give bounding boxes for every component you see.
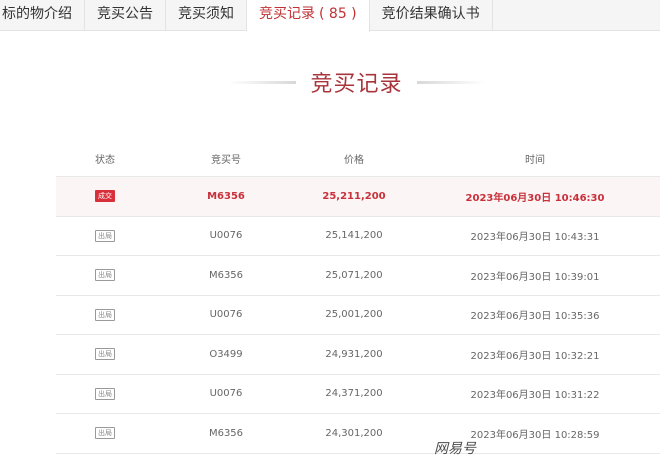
table-row: 出局 O3499 24,931,200 2023年06月30日 10:32:21 bbox=[56, 335, 660, 375]
price-cell: 24,371,200 bbox=[325, 388, 383, 400]
bid-records-table: 状态 竞买号 价格 时间 成交 M6356 25,211,200 2023年06… bbox=[56, 141, 660, 454]
heading-divider-left bbox=[228, 81, 296, 84]
table-row: 出局 M6356 24,301,200 2023年06月30日 10:28:59 bbox=[56, 414, 660, 454]
heading-divider-right bbox=[417, 81, 485, 84]
time-cell: 2023年06月30日 10:32:21 bbox=[470, 350, 600, 362]
table-row: 出局 M6356 25,071,200 2023年06月30日 10:39:01 bbox=[56, 256, 660, 296]
header-status: 状态 bbox=[95, 155, 115, 166]
header-price: 价格 bbox=[344, 155, 364, 166]
tab-item-intro[interactable]: 标的物介绍 bbox=[0, 0, 85, 31]
bid-no-cell: O3499 bbox=[209, 348, 243, 360]
status-badge-out: 出局 bbox=[95, 269, 115, 282]
tab-label: 竞买须知 bbox=[178, 6, 234, 22]
time-cell: 2023年06月30日 10:46:30 bbox=[465, 192, 605, 204]
status-cell: 成交 bbox=[56, 190, 154, 203]
tab-label: 标的物介绍 bbox=[2, 6, 72, 22]
watermark-text: 网易号 bbox=[434, 441, 476, 457]
status-cell: 出局 bbox=[56, 269, 154, 282]
time-cell: 2023年06月30日 10:43:31 bbox=[470, 232, 600, 244]
price-cell: 25,001,200 bbox=[325, 309, 383, 321]
table-row: 出局 U0076 25,141,200 2023年06月30日 10:43:31 bbox=[56, 217, 660, 256]
header-time: 时间 bbox=[525, 155, 545, 166]
tab-label: 竞买记录 bbox=[259, 6, 315, 22]
tab-label: 竞买公告 bbox=[97, 6, 153, 22]
bid-no-cell: U0076 bbox=[209, 309, 243, 321]
status-badge-out: 出局 bbox=[95, 348, 115, 361]
section-heading: 竞买记录 bbox=[0, 66, 660, 100]
tab-announcement[interactable]: 竞买公告 bbox=[85, 0, 166, 31]
status-cell: 出局 bbox=[56, 348, 154, 361]
status-cell: 出局 bbox=[56, 387, 154, 400]
tab-bid-records[interactable]: 竞买记录( 85 ) bbox=[247, 0, 370, 32]
price-cell: 24,931,200 bbox=[325, 348, 383, 360]
time-cell: 2023年06月30日 10:39:01 bbox=[470, 271, 600, 283]
bid-no-cell: U0076 bbox=[209, 388, 243, 400]
page-title: 竞买记录 bbox=[310, 72, 403, 97]
price-cell: 25,071,200 bbox=[325, 269, 383, 281]
status-badge-out: 出局 bbox=[95, 427, 115, 440]
bid-no-cell: M6356 bbox=[208, 269, 244, 281]
time-cell: 2023年06月30日 10:31:22 bbox=[470, 390, 600, 402]
table-row: 成交 M6356 25,211,200 2023年06月30日 10:46:30 bbox=[56, 177, 660, 217]
status-cell: 出局 bbox=[56, 427, 154, 440]
table-header: 状态 竞买号 价格 时间 bbox=[56, 141, 660, 177]
bid-no-cell: U0076 bbox=[209, 230, 243, 242]
tab-label: 竞价结果确认书 bbox=[381, 6, 480, 22]
status-cell: 出局 bbox=[56, 229, 154, 242]
tab-count: ( 85 ) bbox=[319, 6, 357, 22]
status-badge-out: 出局 bbox=[95, 308, 115, 321]
status-badge-deal: 成交 bbox=[95, 190, 115, 203]
table-row: 出局 U0076 25,001,200 2023年06月30日 10:35:36 bbox=[56, 296, 660, 335]
price-cell: 25,141,200 bbox=[325, 230, 383, 242]
price-cell: 24,301,200 bbox=[325, 427, 383, 439]
status-badge-out: 出局 bbox=[95, 229, 115, 242]
tab-result-confirmation[interactable]: 竞价结果确认书 bbox=[370, 0, 493, 31]
price-cell: 25,211,200 bbox=[322, 190, 386, 202]
tab-bar: 标的物介绍 竞买公告 竞买须知 竞买记录( 85 ) 竞价结果确认书 bbox=[0, 0, 660, 32]
time-cell: 2023年06月30日 10:35:36 bbox=[470, 311, 600, 323]
header-bid-no: 竞买号 bbox=[211, 155, 241, 166]
bid-no-cell: M6356 bbox=[207, 190, 245, 202]
table-row: 出局 U0076 24,371,200 2023年06月30日 10:31:22 bbox=[56, 375, 660, 414]
bid-no-cell: M6356 bbox=[208, 427, 244, 439]
status-badge-out: 出局 bbox=[95, 387, 115, 400]
status-cell: 出局 bbox=[56, 308, 154, 321]
tab-bidding-notice[interactable]: 竞买须知 bbox=[166, 0, 247, 31]
